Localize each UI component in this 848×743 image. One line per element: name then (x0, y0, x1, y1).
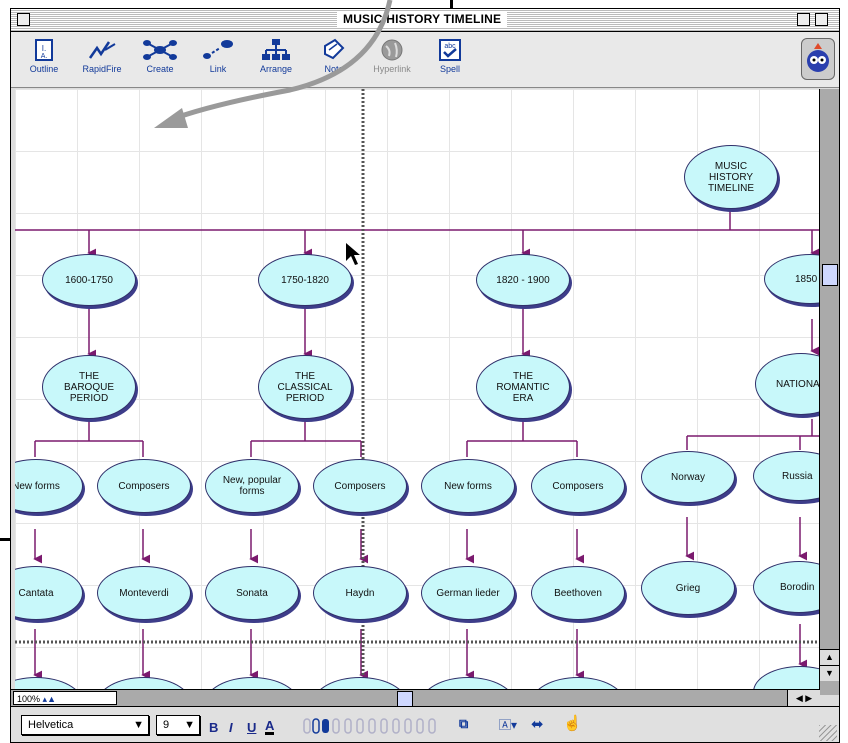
hand-tool-icon[interactable]: ☝ (563, 714, 585, 734)
assistant-button[interactable] (801, 38, 835, 80)
chevron-down-icon: ▼ (184, 719, 195, 731)
horizontal-scrollbar[interactable]: 100% ▴▲ ◀ ▶ (11, 689, 820, 707)
node-topic[interactable]: New, popular forms (205, 459, 299, 513)
node-leaf[interactable]: Grieg (641, 561, 735, 615)
close-box-icon[interactable] (17, 13, 30, 26)
title-bar[interactable]: MUSIC HISTORY TIMELINE (11, 9, 839, 32)
outline-levels-icon[interactable] (303, 718, 453, 734)
rapidfire-button[interactable]: RapidFire (73, 34, 131, 84)
node-period[interactable]: THE CLASSICAL PERIOD (258, 355, 352, 419)
svg-text:A.: A. (41, 53, 48, 60)
svg-text:I.: I. (42, 44, 46, 53)
underline-button[interactable]: U (247, 720, 256, 735)
node-root[interactable]: MUSIC HISTORY TIMELINE (684, 145, 778, 209)
rapidfire-label: RapidFire (82, 64, 122, 74)
toolbar: I. A. Outline RapidFire Create Link Arran… (11, 32, 839, 88)
move-arrows-icon[interactable]: ⬌ (531, 715, 553, 733)
app-window: MUSIC HISTORY TIMELINE I. A. Outline Rapi… (10, 8, 840, 743)
chevron-down-icon: ▼ (133, 719, 144, 731)
zoom-box-icon[interactable] (797, 13, 810, 26)
node-period[interactable]: THE BAROQUE PERIOD (42, 355, 136, 419)
vertical-scroll-thumb[interactable] (822, 264, 838, 286)
node-leaf[interactable]: Beethoven (531, 566, 625, 620)
node-leaf[interactable]: Sonata (205, 566, 299, 620)
node-topic[interactable]: Composers (97, 459, 191, 513)
resize-grip-icon[interactable] (819, 725, 837, 741)
spell-check-icon: abc (439, 39, 461, 61)
outline-button[interactable]: I. A. Outline (15, 34, 73, 84)
node-leaf[interactable]: German lieder (421, 566, 515, 620)
curved-arrow-overlay (154, 0, 393, 128)
zoom-control[interactable]: 100% ▴▲ (13, 691, 117, 705)
format-bar: Helvetica ▼ 9 ▼ B I U A ⧉ 🄰▾ ⬌ ☝ (11, 706, 839, 742)
scroll-down-arrow-icon[interactable]: ▼ (820, 665, 839, 681)
node-leaf[interactable]: Monteverdi (97, 566, 191, 620)
node-leaf[interactable]: Haydn (313, 566, 407, 620)
zoom-mountain-icon[interactable]: ▴▲ (43, 694, 56, 704)
horizontal-scroll-thumb[interactable] (397, 691, 413, 707)
node-topic[interactable]: Norway (641, 451, 735, 503)
spell-label: Spell (439, 64, 460, 74)
scroll-left-right-arrows-icon[interactable]: ◀ ▶ (787, 690, 820, 706)
node-topic[interactable]: New forms (421, 459, 515, 513)
rapidfire-icon (88, 41, 116, 59)
text-color-button[interactable]: A (265, 719, 275, 735)
collapse-box-icon[interactable] (815, 13, 828, 26)
diagram-canvas[interactable]: MUSIC HISTORY TIMELINE 1600-1750 1750-18… (15, 89, 819, 695)
mouse-cursor-icon (346, 243, 360, 265)
italic-button[interactable]: I (229, 720, 233, 735)
scroll-up-arrow-icon[interactable]: ▲ (820, 649, 839, 665)
outline-icon: I.A. (35, 39, 53, 61)
text-box-icon[interactable]: 🄰▾ (499, 716, 523, 734)
decorative-line (0, 538, 10, 541)
node-era-dates[interactable]: 1820 - 1900 (476, 254, 570, 306)
font-size-select[interactable]: 9 ▼ (156, 715, 200, 735)
zoom-level: 100% (17, 694, 41, 704)
node-topic[interactable]: Composers (313, 459, 407, 513)
font-family-select[interactable]: Helvetica ▼ (21, 715, 149, 735)
spell-button[interactable]: abc Spell (421, 34, 479, 84)
bold-button[interactable]: B (209, 720, 218, 735)
vertical-scrollbar[interactable]: ▲ ▼ (819, 89, 839, 695)
text-format-icon[interactable]: ⧉ (459, 716, 479, 734)
node-era-dates[interactable]: 1750-1820 (258, 254, 352, 306)
node-topic[interactable]: Composers (531, 459, 625, 513)
face-icon (807, 43, 829, 72)
node-era-dates[interactable]: 1600-1750 (42, 254, 136, 306)
node-period[interactable]: THE ROMANTIC ERA (476, 355, 570, 419)
outline-label: Outline (29, 64, 59, 74)
